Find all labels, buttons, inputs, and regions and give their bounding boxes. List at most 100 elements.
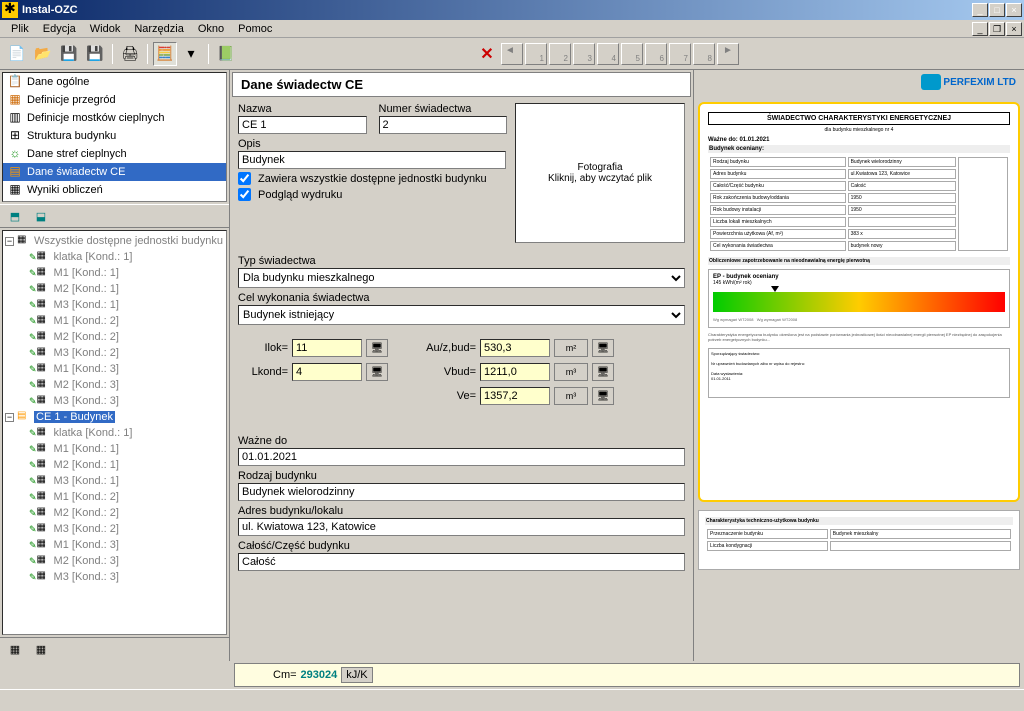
minimize-button[interactable]: _ xyxy=(972,3,988,17)
help-icon[interactable]: 📗 xyxy=(214,42,238,66)
opis-input[interactable] xyxy=(238,151,506,169)
bottom-left-toolbar: ▦ ▦ xyxy=(0,637,229,661)
ve-input[interactable] xyxy=(480,387,550,405)
tree-tool2-icon[interactable]: ⬓ xyxy=(29,204,53,228)
tree-item[interactable]: ✎▦M3 [Kond.: 3] xyxy=(5,569,224,585)
menu-plik[interactable]: Plik xyxy=(4,22,36,36)
tree-tool1-icon[interactable]: ⬒ xyxy=(3,204,27,228)
tree-item[interactable]: ✎▦klatka [Kond.: 1] xyxy=(5,249,224,265)
maximize-button[interactable]: □ xyxy=(989,3,1005,17)
photo-title: Fotografia xyxy=(577,162,622,173)
nav-1-button[interactable]: 1 xyxy=(525,43,547,65)
tree-item[interactable]: ✎▦M2 [Kond.: 3] xyxy=(5,377,224,393)
nav-4-button[interactable]: 4 xyxy=(597,43,619,65)
tree-item[interactable]: ✎▦M1 [Kond.: 1] xyxy=(5,265,224,281)
tree-item[interactable]: ✎▦M1 [Kond.: 1] xyxy=(5,441,224,457)
nav-item-ogolne[interactable]: 📋Dane ogólne xyxy=(3,73,226,91)
auz-calc-icon[interactable]: 🖥 xyxy=(592,339,614,357)
tree-item[interactable]: ✎▦M1 [Kond.: 3] xyxy=(5,361,224,377)
nav-item-struktura[interactable]: ⊞Struktura budynku xyxy=(3,127,226,145)
wazne-input[interactable] xyxy=(238,448,685,466)
close-button[interactable]: × xyxy=(1006,3,1022,17)
menu-edycja[interactable]: Edycja xyxy=(36,22,83,36)
tree-item[interactable]: ✎▦M3 [Kond.: 1] xyxy=(5,473,224,489)
mdi-restore-button[interactable]: ❐ xyxy=(989,22,1005,36)
auz-input[interactable] xyxy=(480,339,550,357)
nav-7-button[interactable]: 7 xyxy=(669,43,691,65)
wazne-label: Ważne do xyxy=(238,435,685,447)
mdi-minimize-button[interactable]: _ xyxy=(972,22,988,36)
tree-item[interactable]: ✎▦M1 [Kond.: 2] xyxy=(5,489,224,505)
ilok-input[interactable] xyxy=(292,339,362,357)
typ-select[interactable]: Dla budynku mieszkalnego xyxy=(238,268,685,288)
vbud-calc-icon[interactable]: 🖥 xyxy=(592,363,614,381)
cert-preview[interactable]: ŚWIADECTWO CHARAKTERYSTYKI ENERGETYCZNEJ… xyxy=(698,102,1020,502)
open-icon[interactable]: 📂 xyxy=(31,42,55,66)
nav-next-button[interactable]: ► xyxy=(717,43,739,65)
nav-6-button[interactable]: 6 xyxy=(645,43,667,65)
new-icon[interactable]: 📄 xyxy=(5,42,29,66)
tree-item[interactable]: ✎▦M3 [Kond.: 1] xyxy=(5,297,224,313)
menu-narzedzia[interactable]: Narzędzia xyxy=(127,22,191,36)
tree-root-all[interactable]: − ▦ Wszystkie dostępne jednostki budynku xyxy=(5,233,224,249)
tree-item[interactable]: ✎▦M2 [Kond.: 3] xyxy=(5,553,224,569)
rodzaj-input[interactable] xyxy=(238,483,685,501)
tree-item[interactable]: ✎▦M3 [Kond.: 3] xyxy=(5,393,224,409)
tree-item[interactable]: ✎▦M1 [Kond.: 2] xyxy=(5,313,224,329)
tree-collapse-icon[interactable]: − xyxy=(5,413,14,422)
podglad-checkbox[interactable] xyxy=(238,188,251,201)
calc-icon[interactable]: 🧮 xyxy=(153,42,177,66)
statusbar xyxy=(0,689,1024,711)
nav-item-mostkow[interactable]: ▥Definicje mostków cieplnych xyxy=(3,109,226,127)
print-icon[interactable]: 🖨 xyxy=(118,42,142,66)
ilok-calc-icon[interactable]: 🖥 xyxy=(366,339,388,357)
tree-item[interactable]: ✎▦M2 [Kond.: 1] xyxy=(5,281,224,297)
nav-item-przegrod[interactable]: ▦Definicje przegród xyxy=(3,91,226,109)
tree-ce-node[interactable]: − ▤ CE 1 - Budynek xyxy=(5,409,224,425)
photo-upload[interactable]: Fotografia Kliknij, aby wczytać plik xyxy=(515,103,685,243)
adres-input[interactable] xyxy=(238,518,685,536)
menu-widok[interactable]: Widok xyxy=(83,22,128,36)
cel-select[interactable]: Budynek istniejący xyxy=(238,305,685,325)
nav-3-button[interactable]: 3 xyxy=(573,43,595,65)
saveall-icon[interactable]: 💾 xyxy=(83,42,107,66)
calosc-input[interactable] xyxy=(238,553,685,571)
tree-item[interactable]: ✎▦M1 [Kond.: 3] xyxy=(5,537,224,553)
bl-tool2-icon[interactable]: ▦ xyxy=(29,638,53,662)
vbud-unit[interactable]: m³ xyxy=(554,363,588,381)
ve-calc-icon[interactable]: 🖥 xyxy=(592,387,614,405)
vbud-input[interactable] xyxy=(480,363,550,381)
section-header: Dane świadectw CE xyxy=(232,72,691,97)
lkond-input[interactable] xyxy=(292,363,362,381)
nav-prev-button[interactable]: ◄ xyxy=(501,43,523,65)
tree-item[interactable]: ✎▦klatka [Kond.: 1] xyxy=(5,425,224,441)
save-icon[interactable]: 💾 xyxy=(57,42,81,66)
nazwa-input[interactable] xyxy=(238,116,367,134)
nav-item-stref[interactable]: ☼Dane stref cieplnych xyxy=(3,145,226,163)
nav-2-button[interactable]: 2 xyxy=(549,43,571,65)
lkond-calc-icon[interactable]: 🖥 xyxy=(366,363,388,381)
bl-tool1-icon[interactable]: ▦ xyxy=(3,638,27,662)
cert-preview-2[interactable]: Charakterystyka techniczno-użytkowa budy… xyxy=(698,510,1020,570)
cm-unit: kJ/K xyxy=(341,667,372,683)
tree-item[interactable]: ✎▦M2 [Kond.: 2] xyxy=(5,505,224,521)
nav-item-wyniki[interactable]: ▦Wyniki obliczeń xyxy=(3,181,226,199)
tree-item[interactable]: ✎▦M2 [Kond.: 2] xyxy=(5,329,224,345)
zawiera-checkbox[interactable] xyxy=(238,172,251,185)
nav-8-button[interactable]: 8 xyxy=(693,43,715,65)
auz-unit[interactable]: m² xyxy=(554,339,588,357)
nav-5-button[interactable]: 5 xyxy=(621,43,643,65)
menu-pomoc[interactable]: Pomoc xyxy=(231,22,279,36)
ve-unit[interactable]: m³ xyxy=(554,387,588,405)
tool-icon[interactable]: ▾ xyxy=(179,42,203,66)
delete-icon[interactable]: ✕ xyxy=(475,42,499,66)
tree-item[interactable]: ✎▦M3 [Kond.: 2] xyxy=(5,521,224,537)
tree[interactable]: − ▦ Wszystkie dostępne jednostki budynku… xyxy=(2,230,227,635)
numer-input[interactable] xyxy=(379,116,508,134)
nav-item-swiadectw[interactable]: ▤Dane świadectw CE xyxy=(3,163,226,181)
mdi-close-button[interactable]: × xyxy=(1006,22,1022,36)
tree-item[interactable]: ✎▦M3 [Kond.: 2] xyxy=(5,345,224,361)
tree-item[interactable]: ✎▦M2 [Kond.: 1] xyxy=(5,457,224,473)
menu-okno[interactable]: Okno xyxy=(191,22,231,36)
tree-collapse-icon[interactable]: − xyxy=(5,237,14,246)
